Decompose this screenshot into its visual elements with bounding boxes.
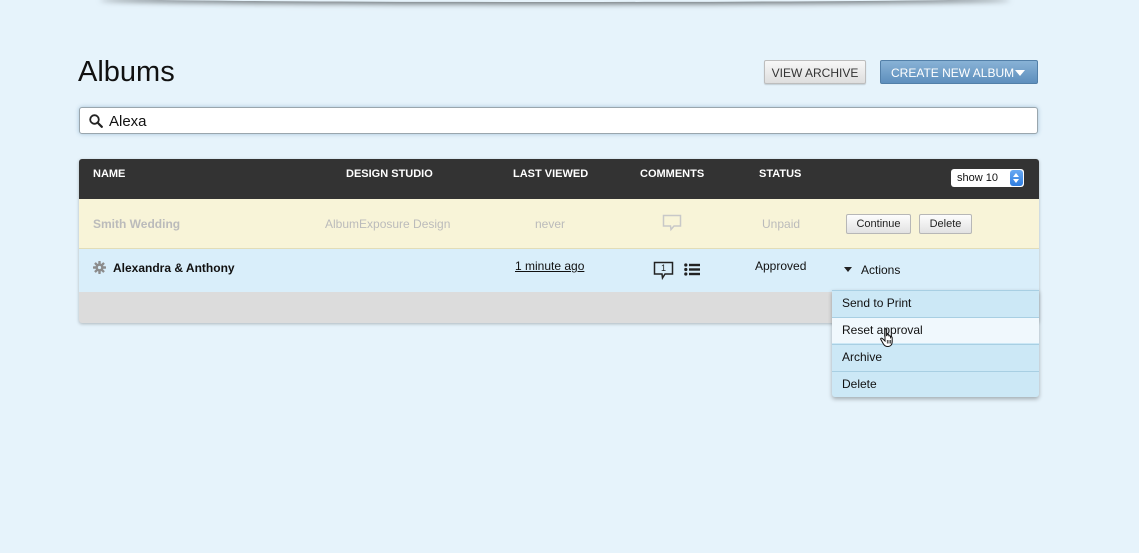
menu-item-send-to-print[interactable]: Send to Print [832, 290, 1039, 316]
search-input[interactable] [107, 110, 1011, 133]
caret-down-icon [1015, 70, 1025, 76]
column-header-last-viewed[interactable]: LAST VIEWED [513, 168, 588, 180]
menu-item-archive[interactable]: Archive [832, 344, 1039, 370]
column-header-status[interactable]: STATUS [759, 168, 801, 180]
column-header-name[interactable]: NAME [93, 168, 125, 180]
delete-button[interactable]: Delete [919, 214, 972, 234]
last-viewed-link[interactable]: 1 minute ago [515, 259, 584, 273]
comment-count: 1 [660, 263, 666, 273]
select-stepper-icon [1010, 170, 1023, 186]
last-viewed: never [535, 217, 566, 231]
table-header: NAME DESIGN STUDIO LAST VIEWED COMMENTS … [79, 159, 1039, 199]
status-label: Unpaid [762, 217, 801, 231]
list-icon[interactable] [684, 263, 700, 276]
view-archive-button[interactable]: VIEW ARCHIVE [764, 60, 866, 84]
menu-item-delete[interactable]: Delete [832, 371, 1039, 397]
actions-menu: Send to Print Reset approval Archive Del… [832, 290, 1039, 397]
comment-icon[interactable]: 1 [653, 261, 674, 281]
hand-cursor-icon [880, 328, 893, 348]
page-size-select[interactable]: show 10 [951, 169, 1024, 187]
status-label: Approved [755, 259, 807, 273]
table-row: Smith Wedding AlbumExposure Design never… [79, 199, 1039, 249]
album-name[interactable]: Smith Wedding [93, 217, 180, 231]
table-row: Alexandra & Anthony 1 minute ago 1 Appro… [79, 249, 1039, 292]
column-header-design-studio[interactable]: DESIGN STUDIO [346, 168, 433, 180]
page-title: Albums [78, 56, 175, 88]
search-box[interactable] [79, 107, 1038, 134]
album-name[interactable]: Alexandra & Anthony [113, 261, 235, 275]
search-icon [89, 114, 103, 128]
actions-label: Actions [861, 263, 901, 277]
create-new-album-button[interactable]: CREATE NEW ALBUM [880, 60, 1038, 84]
menu-item-reset-approval[interactable]: Reset approval [832, 317, 1039, 343]
design-studio: AlbumExposure Design [325, 217, 451, 231]
gear-icon[interactable] [93, 261, 106, 274]
continue-button[interactable]: Continue [846, 214, 911, 234]
comment-icon[interactable] [662, 214, 682, 232]
actions-dropdown-toggle[interactable]: Actions [844, 263, 900, 277]
caret-down-icon [844, 267, 852, 272]
page-size-value: show 10 [957, 172, 998, 184]
top-edge-shadow [100, 0, 1010, 2]
column-header-comments[interactable]: COMMENTS [640, 168, 704, 180]
create-new-album-label: CREATE NEW ALBUM [891, 66, 1015, 80]
